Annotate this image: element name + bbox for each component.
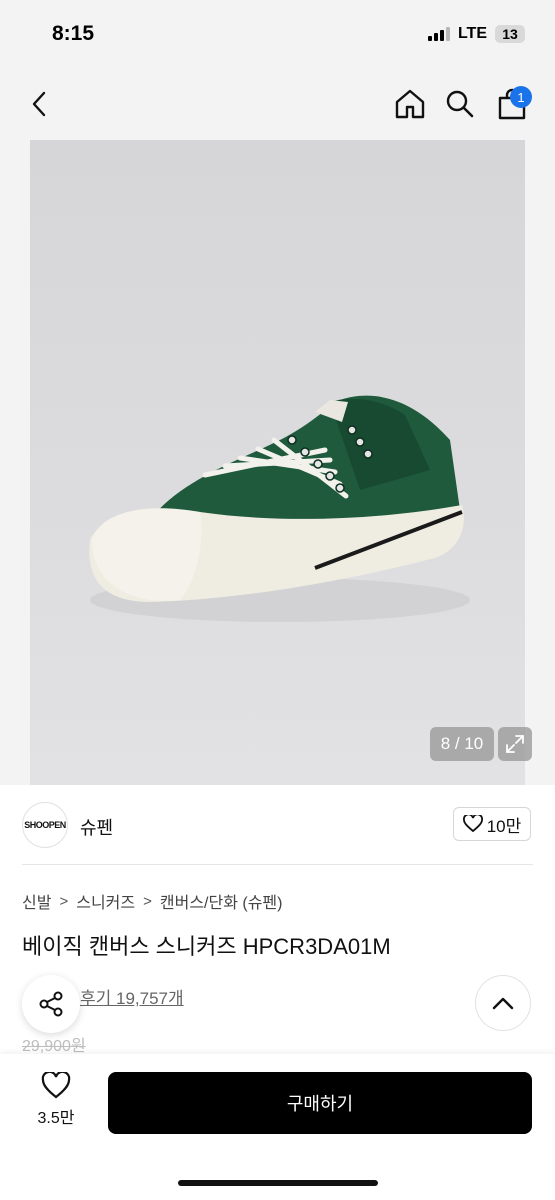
status-time: 8:15 bbox=[52, 22, 95, 45]
chevron-right-icon: > bbox=[143, 892, 152, 910]
home-button[interactable] bbox=[390, 84, 430, 124]
breadcrumb: 신발 > 스니커즈 > 캔버스/단화 (슈펜) bbox=[22, 889, 282, 913]
heart-icon bbox=[41, 1072, 71, 1099]
review-link[interactable]: 후기 19,757개 bbox=[80, 984, 184, 1009]
home-indicator bbox=[178, 1180, 378, 1186]
top-navigation bbox=[0, 70, 555, 140]
chevron-right-icon: > bbox=[59, 892, 69, 910]
expand-icon bbox=[506, 735, 524, 753]
product-image[interactable] bbox=[30, 140, 525, 785]
status-bar: 8:15 LTE 13 bbox=[0, 0, 555, 70]
expand-image-button[interactable] bbox=[498, 727, 532, 761]
search-icon bbox=[446, 90, 474, 118]
signal-icon bbox=[427, 27, 450, 41]
network-label: LTE bbox=[457, 25, 487, 42]
original-price: 29,900원 bbox=[22, 1038, 86, 1055]
breadcrumb-item[interactable]: 스니커즈 bbox=[76, 889, 135, 913]
breadcrumb-item[interactable]: 신발 bbox=[22, 889, 51, 913]
share-button[interactable] bbox=[22, 975, 80, 1033]
battery-icon: 13 bbox=[495, 25, 525, 43]
scroll-top-button[interactable] bbox=[475, 975, 531, 1031]
brand-name[interactable]: 슈펜 bbox=[80, 814, 113, 840]
chevron-up-icon bbox=[492, 997, 514, 1010]
wishlist-button[interactable]: 3.5만 bbox=[26, 1072, 86, 1134]
heart-icon bbox=[462, 815, 483, 833]
breadcrumb-item[interactable]: 캔버스/단화 (슈펜) bbox=[160, 889, 283, 913]
image-counter: 8 / 10 bbox=[430, 727, 494, 761]
divider bbox=[22, 864, 533, 865]
back-button[interactable] bbox=[20, 84, 60, 124]
brand-logo[interactable]: SHOOPEN bbox=[22, 802, 68, 848]
search-button[interactable] bbox=[440, 84, 480, 124]
product-title: 베이직 캔버스 스니커즈 HPCR3DA01M bbox=[22, 934, 391, 959]
sneaker-illustration bbox=[89, 395, 470, 622]
brand-like-button[interactable]: 10만 bbox=[453, 807, 531, 841]
buy-button[interactable]: 구매하기 bbox=[108, 1072, 532, 1134]
status-indicators: LTE 13 bbox=[427, 25, 525, 43]
share-icon bbox=[39, 991, 63, 1017]
cart-count-badge: 1 bbox=[510, 86, 532, 108]
wishlist-count: 3.5만 bbox=[37, 1110, 75, 1127]
home-icon bbox=[395, 89, 425, 119]
chevron-left-icon bbox=[32, 91, 46, 117]
brand-like-count: 10만 bbox=[486, 816, 522, 836]
